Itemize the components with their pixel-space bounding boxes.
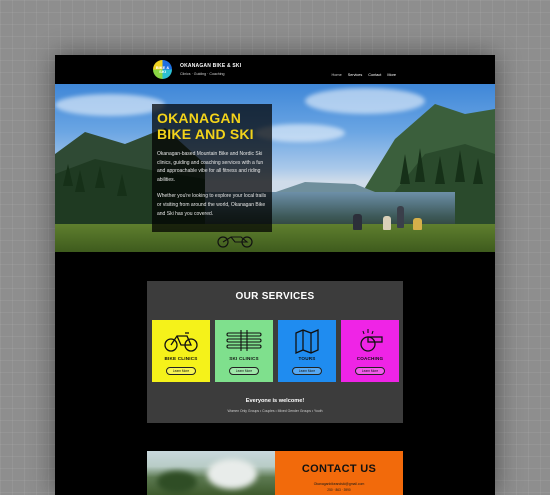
card-label: COACHING — [356, 356, 384, 361]
logo-text: BIKE & SKI — [155, 65, 170, 74]
person-figure — [413, 218, 422, 230]
contact-email[interactable]: Okanaganbikeandski@gmail.com — [275, 482, 403, 486]
hero-intro-paragraph: Okanagan-based Mountain Bike and Nordic … — [157, 151, 264, 183]
services-section: OUR SERVICES BIKE CLINICS Learn More SKI… — [147, 281, 403, 423]
welcome-heading: Everyone is welcome! — [245, 398, 305, 404]
service-card-bike-clinics[interactable]: BIKE CLINICS Learn More — [152, 320, 210, 382]
hero-title: OKANAGAN BIKE AND SKI — [157, 110, 267, 142]
nav-item-services[interactable]: Services — [348, 73, 363, 77]
grass — [55, 224, 495, 252]
service-card-ski-clinics[interactable]: SKI CLINICS Learn More — [215, 320, 273, 382]
nav-item-home[interactable]: Home — [332, 73, 342, 77]
nav-item-more[interactable]: More — [387, 73, 396, 77]
tree-shape — [400, 154, 410, 184]
hero-explore-paragraph: Whether you're looking to explore your l… — [157, 193, 267, 217]
tree-shape — [95, 166, 105, 188]
groups-list: Women Only Groups • Couples • Mixed Gend… — [227, 409, 323, 413]
card-label: SKI CLINICS — [229, 356, 259, 361]
contact-phone[interactable]: 250 · 863 · 3990 — [275, 488, 403, 492]
brand-name[interactable]: OKANAGAN BIKE & SKI — [180, 63, 241, 69]
sky-shape — [207, 459, 257, 489]
person-figure — [397, 206, 404, 228]
learn-more-button[interactable]: Learn More — [229, 367, 259, 375]
contact-title: CONTACT US — [301, 463, 377, 475]
learn-more-button[interactable]: Learn More — [166, 367, 196, 375]
hero-title-line1: OKANAGAN — [157, 110, 242, 126]
whistle-icon — [360, 329, 383, 352]
service-card-coaching[interactable]: COACHING Learn More — [341, 320, 399, 382]
tree-shape — [63, 164, 73, 186]
contact-panel: CONTACT US Okanaganbikeandski@gmail.com … — [275, 451, 403, 495]
hero-banner: OKANAGAN BIKE AND SKI Okanagan-based Mou… — [55, 84, 495, 252]
nav-item-contact[interactable]: Contact — [368, 73, 381, 77]
tree-shape — [75, 170, 85, 192]
tree-shape — [117, 174, 127, 196]
services-title: OUR SERVICES — [235, 291, 315, 302]
site-logo[interactable]: BIKE & SKI — [153, 60, 172, 79]
site-header: BIKE & SKI OKANAGAN BIKE & SKI Clinics ·… — [55, 55, 495, 84]
website-page: BIKE & SKI OKANAGAN BIKE & SKI Clinics ·… — [55, 55, 495, 495]
contact-photo — [147, 451, 275, 495]
map-icon — [295, 329, 319, 354]
person-figure — [353, 214, 362, 230]
bicycle-icon — [164, 332, 198, 352]
person-figure — [383, 216, 391, 230]
bicycle-photo-icon — [217, 236, 253, 248]
hero-title-line2: BIKE AND SKI — [157, 126, 254, 142]
service-card-tours[interactable]: TOURS Learn More — [278, 320, 336, 382]
contact-section: CONTACT US Okanaganbikeandski@gmail.com … — [147, 451, 403, 495]
hero-intro-card: OKANAGAN BIKE AND SKI Okanagan-based Mou… — [152, 104, 272, 232]
brand-tagline: Clinics · Guiding · Coaching — [180, 72, 225, 76]
learn-more-button[interactable]: Learn More — [292, 367, 322, 375]
tree-shape — [473, 158, 483, 184]
foliage-shape — [157, 471, 197, 493]
tree-shape — [435, 156, 445, 184]
main-nav: Home Services Contact More — [332, 73, 396, 77]
card-label: BIKE CLINICS — [164, 356, 198, 361]
learn-more-button[interactable]: Learn More — [355, 367, 385, 375]
card-label: TOURS — [298, 356, 316, 361]
tree-shape — [415, 148, 425, 182]
skis-icon — [226, 330, 262, 351]
tree-shape — [455, 150, 465, 182]
